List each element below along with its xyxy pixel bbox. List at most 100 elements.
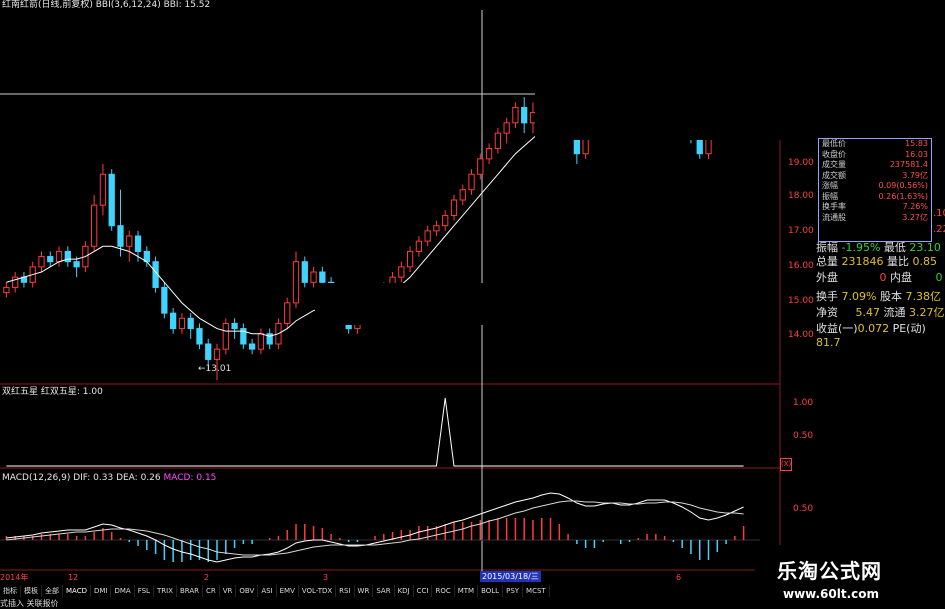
- candle-body: [459, 189, 466, 201]
- candle-body: [91, 204, 98, 247]
- candle-body: [170, 312, 177, 330]
- candle-body: [503, 122, 510, 134]
- stat-assets: 净资 5.47 流通 3.27亿: [816, 306, 945, 319]
- candle-body: [319, 271, 326, 283]
- candle-body: [424, 230, 431, 242]
- indicator-tab[interactable]: VOL-TDX: [299, 585, 337, 597]
- time-label: 3: [323, 573, 329, 582]
- info-row: 换手率 7.26%: [822, 202, 928, 211]
- info-row: 成交额 3.79亿: [822, 170, 928, 180]
- candle-body: [47, 256, 54, 263]
- info-row: 收盘价 16.03: [822, 149, 928, 159]
- candle-body: [301, 261, 308, 283]
- stat-volume: 总量 231846 量比 0.85: [816, 255, 937, 268]
- indicator-tab[interactable]: 全部: [42, 585, 63, 597]
- stat-outer-inner: 外盘 0 内盘 0: [816, 271, 943, 284]
- indicator-tab[interactable]: ASI: [258, 585, 277, 597]
- indicator-tab[interactable]: FSL: [135, 585, 154, 597]
- price-tick: 14.00: [788, 330, 814, 340]
- indicator-tab[interactable]: ROC: [432, 585, 455, 597]
- time-label: 12: [68, 573, 79, 582]
- indicator-tab[interactable]: MTM: [455, 585, 479, 597]
- candle-body: [257, 333, 265, 350]
- crosshair-date: 2015/03/18/三: [480, 571, 541, 582]
- logo-name: 乐淘公式网: [777, 559, 882, 583]
- candle-body: [284, 302, 291, 324]
- candle-body: [196, 328, 203, 345]
- indicator-tab[interactable]: WR: [355, 585, 374, 597]
- candle-body: [222, 322, 229, 350]
- candle-body: [398, 266, 405, 278]
- candle-body: [161, 286, 168, 314]
- signal-tick: 1.00: [793, 398, 814, 408]
- candle-body: [55, 250, 63, 263]
- indicator-tab[interactable]: KDJ: [395, 585, 414, 597]
- signal-panel-title: 双红五星 红双五星: 1.00: [2, 387, 103, 397]
- candle-body: [415, 240, 423, 252]
- unit-badge: (X): [780, 458, 793, 471]
- stat-turnover: 换手 7.09% 股本 7.38亿: [816, 290, 941, 303]
- price-tick: 16.00: [788, 261, 814, 271]
- macd-panel-title: MACD(12,26,9) DIF: 0.33 DEA: 0.26 MACD: …: [2, 473, 217, 483]
- candle-body: [521, 106, 528, 124]
- indicator-tab[interactable]: DMA: [111, 585, 135, 597]
- signal-tick: 0.50: [793, 431, 814, 441]
- indicator-tab[interactable]: OBV: [236, 585, 259, 597]
- signal-line: [6, 397, 744, 467]
- info-row: 最低价 15.83: [822, 139, 928, 148]
- candle-body: [248, 343, 256, 350]
- indicator-tab[interactable]: DMI: [91, 585, 112, 597]
- indicator-tab[interactable]: CCI: [414, 585, 433, 597]
- indicator-tab-bar: 指标 模板 全部 MACD DMI DMA FSL TRIX BRAR CR VR OBV ASI EMV…: [0, 585, 550, 597]
- time-label: 2014年: [0, 573, 29, 582]
- indicator-tab[interactable]: VR: [220, 585, 237, 597]
- price-tick: 18.00: [788, 191, 814, 201]
- time-label: 6: [676, 573, 682, 582]
- indicator-tab[interactable]: MACD: [63, 585, 91, 597]
- candle-body: [450, 199, 458, 216]
- macd-tick: 0.50: [793, 504, 814, 514]
- indicator-tab[interactable]: BRAR: [177, 585, 203, 597]
- bottom-status: 式插入 关联报价: [0, 599, 59, 608]
- candle-body: [73, 261, 80, 268]
- candle-body: [126, 235, 133, 247]
- indicator-tab[interactable]: BOLL: [478, 585, 504, 597]
- main-panel-title: 红南红箭(日线,前复权) BBI(3,6,12,24) BBI: 15.52: [2, 0, 211, 10]
- info-row: 振幅 0.26(1.63%): [822, 191, 928, 201]
- indicator-tab[interactable]: SAR: [373, 585, 395, 597]
- candle-body: [134, 235, 142, 252]
- indicator-tab[interactable]: 指标: [0, 585, 21, 597]
- candle-body: [187, 317, 194, 330]
- indicator-tab[interactable]: CR: [203, 585, 220, 597]
- candle-body: [292, 261, 300, 304]
- indicator-tab[interactable]: PSY: [503, 585, 524, 597]
- redaction-box: [535, 0, 945, 140]
- indicator-tab[interactable]: 模板: [21, 585, 42, 597]
- dif-line: [6, 492, 744, 563]
- candle-body: [512, 106, 519, 124]
- info-row: 成交量 237581.4: [822, 160, 928, 169]
- site-logo: 乐淘公式网 www.60lt.com: [755, 545, 945, 609]
- info-row: 涨幅 0.09(0.56%): [822, 181, 928, 190]
- price-tick: 15.00: [788, 296, 814, 306]
- indicator-tab[interactable]: RSI: [336, 585, 355, 597]
- price-tick: 19.00: [788, 158, 814, 168]
- candle-body: [99, 173, 107, 206]
- indicator-tab[interactable]: TRIX: [154, 585, 177, 597]
- quote-info-table: 最低价 15.83 收盘价 16.03 成交量 237581.4 成交额 3.79亿 涨…: [818, 138, 932, 242]
- candle-body: [406, 250, 414, 268]
- candle-body: [494, 132, 502, 150]
- candle-body: [485, 148, 493, 160]
- indicator-tab[interactable]: MCST: [523, 585, 550, 597]
- edge-value: .22: [933, 224, 945, 235]
- candle-body: [213, 348, 221, 360]
- logo-url: www.60lt.com: [783, 587, 880, 601]
- dea-line: [6, 500, 744, 556]
- candle-body: [468, 173, 475, 191]
- price-tick: 17.00: [788, 226, 814, 236]
- candle-body: [231, 322, 238, 330]
- candle-body: [433, 225, 440, 232]
- candle-body: [38, 256, 45, 268]
- candle-body: [117, 225, 124, 247]
- indicator-tab[interactable]: EMV: [277, 585, 299, 597]
